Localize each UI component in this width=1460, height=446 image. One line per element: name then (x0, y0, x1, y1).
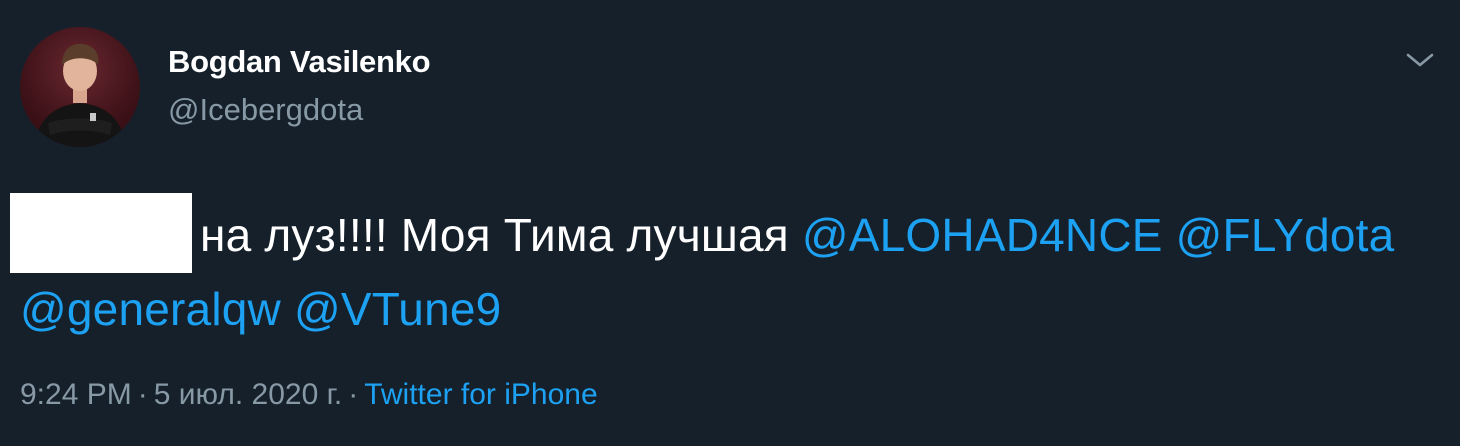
chevron-down-icon (1406, 53, 1434, 67)
tweet-date[interactable]: 5 июл. 2020 г. (154, 378, 342, 411)
tweet-source[interactable]: Twitter for iPhone (364, 378, 597, 411)
mention-link[interactable]: @VTune9 (294, 283, 502, 335)
avatar-image (34, 43, 126, 147)
mention-link[interactable]: @FLYdota (1176, 209, 1395, 261)
tweet-text: на луз!!!! Моя Тима лучшая @ALOHAD4NCE @… (10, 193, 1440, 345)
user-handle[interactable]: @Icebergdota (168, 92, 363, 128)
mention-link[interactable]: @ALOHAD4NCE (802, 209, 1163, 261)
separator: · (137, 378, 148, 411)
tweet-meta: 9:24 PM · 5 июл. 2020 г. · Twitter for iPhon… (20, 378, 598, 412)
display-name[interactable]: Bogdan Vasilenko (168, 44, 431, 80)
redaction-block (10, 193, 192, 273)
mention-link[interactable]: @generalqw (20, 283, 281, 335)
avatar[interactable] (20, 27, 140, 147)
separator: · (348, 378, 359, 411)
tweet-text-content: на луз!!!! Моя Тима лучшая (200, 209, 789, 261)
tweet-menu-button[interactable] (1400, 40, 1440, 80)
tweet-time[interactable]: 9:24 PM (20, 378, 132, 411)
tweet-card: Bogdan Vasilenko @Icebergdota на луз!!!!… (0, 0, 1460, 446)
